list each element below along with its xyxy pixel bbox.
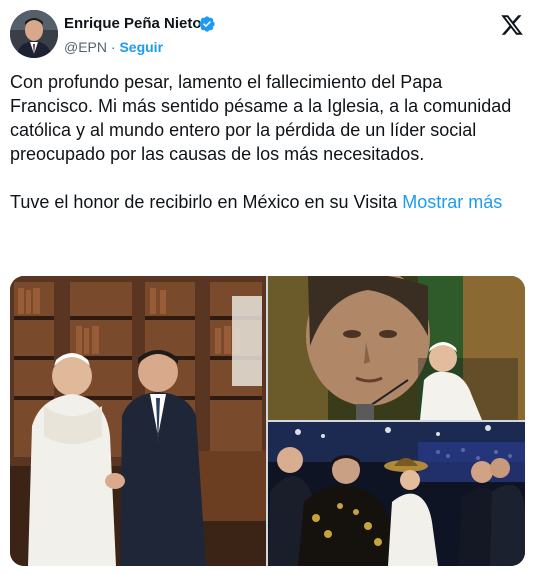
photo-pope-handshake-library[interactable] — [10, 276, 266, 566]
handle-row: @EPN · Seguir — [64, 39, 163, 55]
follow-button[interactable]: Seguir — [119, 39, 163, 55]
separator: · — [110, 39, 116, 55]
media-grid — [10, 276, 525, 566]
photo-pope-virgin-of-guadalupe[interactable] — [268, 276, 525, 420]
tweet-text: Con profundo pesar, lamento el fallecimi… — [10, 70, 525, 214]
tweet-paragraph-1: Con profundo pesar, lamento el fallecimi… — [10, 72, 517, 164]
avatar[interactable] — [10, 10, 58, 58]
tweet-paragraph-2: Tuve el honor de recibirlo en México en … — [10, 192, 403, 212]
show-more-link[interactable]: Mostrar más — [402, 192, 502, 212]
tweet-card: Enrique Peña Nieto @EPN · Seguir Con pro… — [0, 0, 537, 574]
x-logo-icon[interactable] — [500, 13, 524, 37]
verified-badge-icon — [199, 16, 215, 32]
author-handle[interactable]: @EPN — [64, 39, 107, 55]
author-name[interactable]: Enrique Peña Nieto — [64, 15, 202, 32]
photo-pope-mariachi-ceremony[interactable] — [268, 422, 525, 566]
